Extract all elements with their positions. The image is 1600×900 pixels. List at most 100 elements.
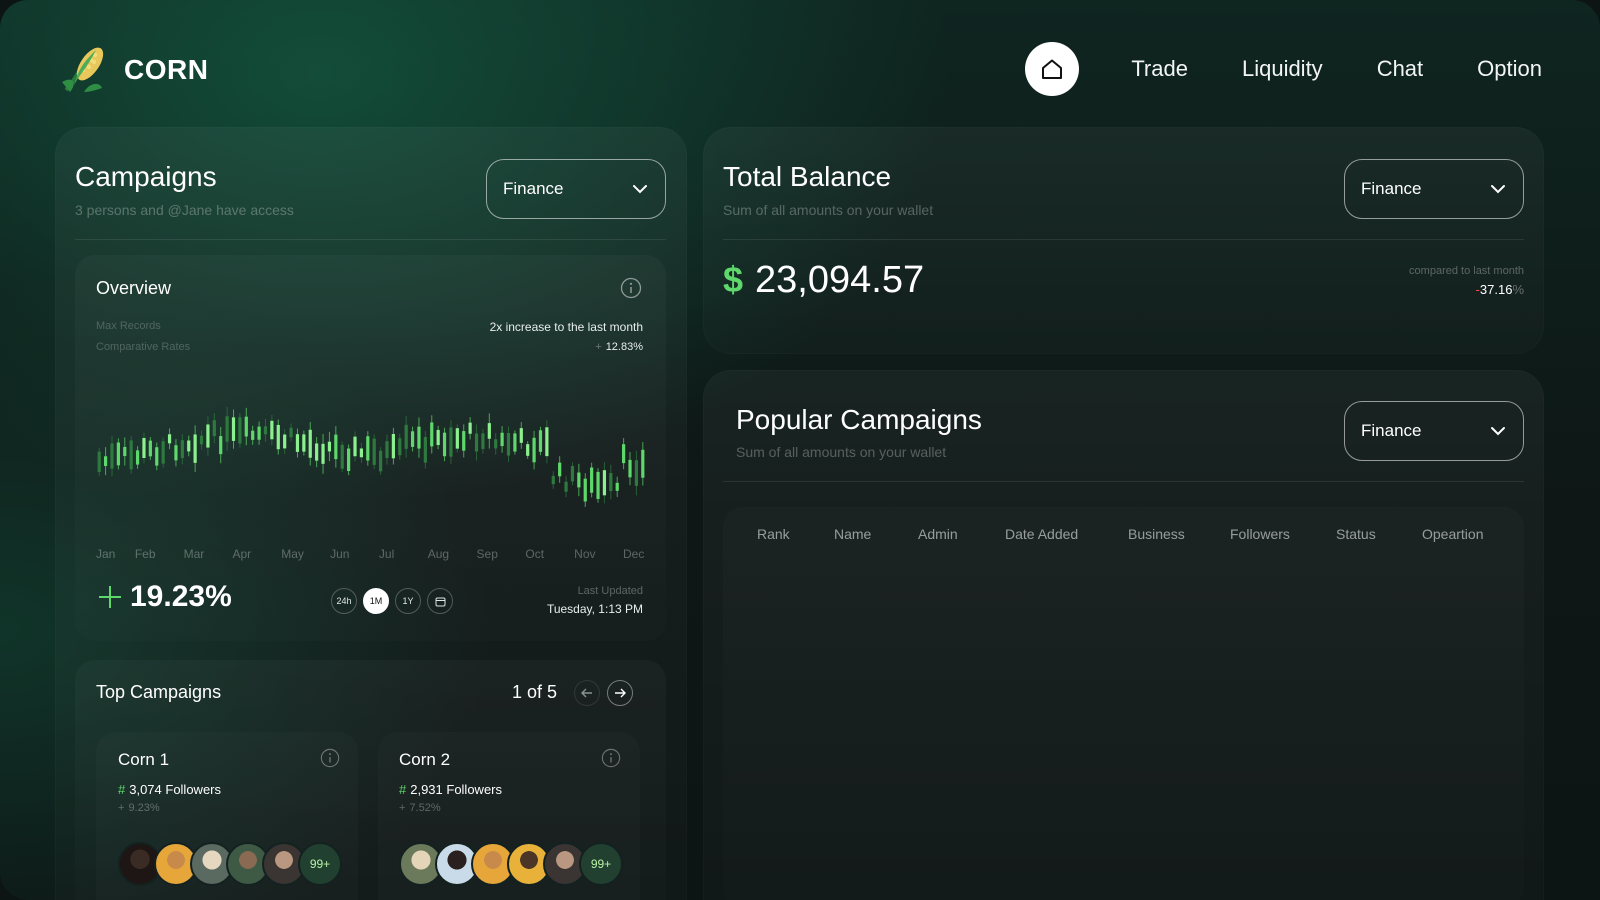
compare-unit: % [1512,282,1524,297]
popular-divider [723,481,1524,482]
candle-body [263,426,268,435]
dropdown-value: Finance [503,179,564,198]
nav-trade[interactable]: Trade [1131,56,1188,82]
range-1y-button[interactable]: 1Y [395,588,421,614]
candle-body [404,424,408,449]
candle-body [526,444,530,456]
candle-body [596,471,600,499]
candle-body [378,450,383,472]
info-icon[interactable] [320,748,340,768]
hash-icon: # [399,782,407,797]
candle-body [602,470,607,496]
calendar-button[interactable] [427,588,453,614]
candle-body [116,442,120,466]
candle-body [519,428,523,443]
follower-avatars[interactable]: 99+ [118,842,342,886]
currency-symbol: $ [723,259,744,300]
info-icon[interactable] [620,277,642,299]
legend-max-records: Max Records [96,320,161,332]
column-header-operation[interactable]: Opeartion [1422,526,1483,542]
candle-body [123,446,127,457]
popular-filter-dropdown[interactable]: Finance [1344,401,1524,461]
candle-body [641,449,645,478]
overview-change: 19.23% [98,580,232,614]
candle-body [449,427,453,457]
month-label: Jan [96,547,116,561]
month-label: Feb [134,547,156,561]
brand-name: CORN [124,54,209,85]
campaign-followers: #2,931 Followers [399,782,502,797]
candle-body [436,429,440,446]
column-header-name[interactable]: Name [834,526,871,542]
column-header-rank[interactable]: Rank [757,526,790,542]
candle-body [423,436,427,463]
candle-body [315,443,319,461]
candle-body [251,430,255,440]
candle-body [283,434,287,449]
candle-body [417,426,421,449]
info-icon[interactable] [601,748,621,768]
nav-chat[interactable]: Chat [1377,56,1423,82]
campaign-change: +9.23% [118,802,160,814]
dashboard-screen: CORN Trade Liquidity Chat Option Campaig… [0,0,1600,900]
next-page-button[interactable] [607,680,633,706]
candle-body [391,434,395,459]
follower-avatars[interactable]: 99+ [399,842,623,886]
candle-body [225,416,229,442]
column-header-business[interactable]: Business [1128,526,1185,542]
candle-body [551,475,555,485]
candle-body [135,450,140,465]
candle-body [276,424,280,450]
chevron-down-icon [633,185,647,194]
candle-body [385,441,389,459]
more-avatars-badge[interactable]: 99+ [298,842,342,886]
campaign-change-value: 9.23% [128,802,160,814]
last-updated-value: Tuesday, 1:13 PM [546,602,643,616]
compare-value: -37.16% [1476,282,1524,297]
month-label: Dec [623,547,645,561]
column-header-status[interactable]: Status [1336,526,1376,542]
compare-label: compared to last month [1409,265,1524,277]
campaigns-title: Campaigns [75,161,217,192]
candle-body [302,434,306,452]
candle-body [506,432,511,456]
month-label: Aug [427,547,450,561]
campaign-card-name: Corn 1 [118,750,170,769]
nav-liquidity[interactable]: Liquidity [1242,56,1323,82]
range-1m-button[interactable]: 1M [363,588,389,614]
last-updated-label: Last Updated [577,585,643,597]
popular-campaigns-subtitle: Sum of all amounts on your wallet [736,444,947,460]
campaign-change: +7.52% [399,802,441,814]
balance-filter-dropdown[interactable]: Finance [1344,159,1524,219]
candle-body [308,429,312,458]
plus-icon: + [595,341,602,353]
hash-icon: # [118,782,126,797]
corn-logo-icon [62,47,104,92]
candle-body [199,435,204,445]
home-button[interactable] [1025,42,1080,96]
candle-body [155,447,159,466]
more-avatars-badge[interactable]: 99+ [579,842,623,886]
candle-body [487,423,491,439]
nav-option[interactable]: Option [1477,56,1542,82]
arrow-right-icon [615,688,626,698]
campaigns-filter-dropdown[interactable]: Finance [486,159,666,219]
campaigns-divider [75,239,666,240]
plus-icon: + [118,802,125,814]
plus-icon: + [399,802,406,814]
range-24h-button[interactable]: 24h [331,588,357,614]
balance-amount: $ 23,094.57 [723,259,924,302]
candle-body [577,472,581,488]
candle-body [366,436,370,461]
followers-count: 3,074 Followers [129,782,222,797]
column-header-date-added[interactable]: Date Added [1005,526,1078,542]
column-header-followers[interactable]: Followers [1230,526,1290,542]
candle-body [174,445,178,461]
candle-body [270,420,274,440]
candle-body [430,422,434,447]
candle-body [442,432,447,457]
brand-logo[interactable]: CORN [56,42,208,98]
prev-page-button[interactable] [574,680,600,706]
balance-value: 23,094.57 [755,259,925,301]
column-header-admin[interactable]: Admin [918,526,958,542]
